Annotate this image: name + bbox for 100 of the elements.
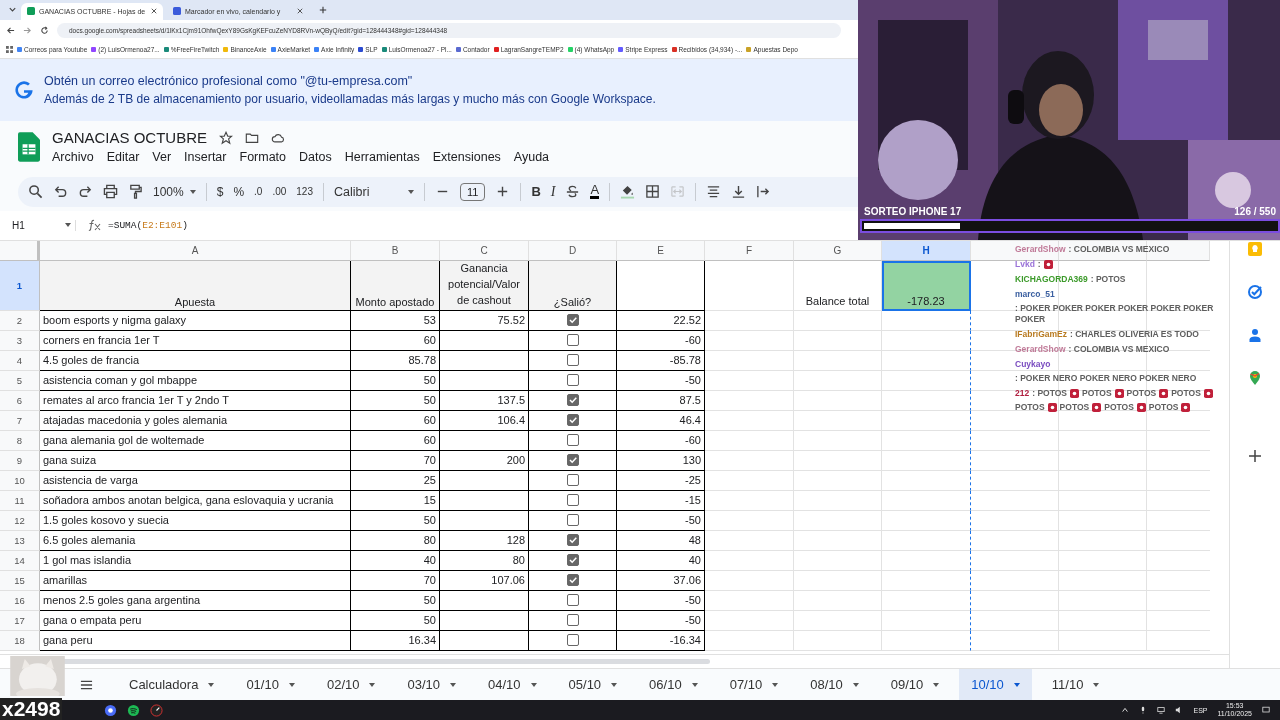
search-icon[interactable] — [28, 184, 43, 200]
chevron-down-icon[interactable] — [8, 5, 17, 15]
checkbox[interactable] — [566, 574, 579, 587]
column-header[interactable]: G — [794, 240, 882, 261]
checkbox[interactable] — [566, 414, 579, 427]
zoom-dropdown[interactable]: 100% — [153, 184, 196, 199]
font-dropdown[interactable]: Calibri — [334, 184, 414, 199]
row-number[interactable]: 12 — [0, 510, 40, 531]
column-header[interactable]: H — [882, 240, 971, 261]
row-number[interactable]: 11 — [0, 490, 40, 511]
menu-icon[interactable] — [80, 679, 93, 690]
browser-icon[interactable] — [104, 703, 117, 717]
number-format-button[interactable]: 123 — [296, 186, 313, 198]
checkbox[interactable] — [566, 494, 579, 507]
sheet-tab[interactable]: 05/10 — [556, 669, 630, 700]
add-icon[interactable] — [1247, 447, 1263, 464]
sheet-tab[interactable]: 02/10 — [314, 669, 388, 700]
merge-cells-icon[interactable] — [670, 184, 686, 200]
caret-up-icon[interactable] — [1121, 706, 1130, 714]
vertical-align-icon[interactable] — [731, 184, 747, 200]
checkbox[interactable] — [566, 474, 579, 487]
column-header[interactable]: B — [351, 240, 440, 261]
row-number[interactable]: 2 — [0, 310, 40, 331]
checkbox[interactable] — [566, 434, 579, 447]
person-icon[interactable] — [1247, 326, 1263, 343]
sheet-tab[interactable]: 08/10 — [798, 669, 871, 700]
checkbox[interactable] — [566, 514, 579, 527]
sheet-tab[interactable]: 01/10 — [234, 669, 307, 700]
menu-item[interactable]: Extensiones — [432, 150, 501, 165]
text-wrap-icon[interactable] — [756, 184, 772, 200]
menu-item[interactable]: Ayuda — [513, 150, 550, 165]
paint-roller-icon[interactable] — [128, 184, 143, 200]
sheet-tab[interactable]: 10/10 — [959, 669, 1032, 700]
checkbox[interactable] — [566, 374, 579, 387]
map-pin-icon[interactable] — [1247, 369, 1263, 386]
column-header[interactable]: C — [440, 240, 529, 261]
row-number[interactable]: 4 — [0, 350, 40, 371]
balance-cell[interactable]: -178.23 — [882, 260, 971, 311]
sheet-tab[interactable]: 03/10 — [395, 669, 468, 700]
row-number[interactable]: 10 — [0, 470, 40, 491]
font-size-field[interactable]: 11 — [460, 182, 486, 201]
row-number[interactable]: 16 — [0, 590, 40, 611]
sheet-tab[interactable]: 09/10 — [878, 669, 952, 700]
menu-item[interactable]: Herramientas — [344, 150, 420, 165]
notification-icon[interactable] — [1262, 706, 1270, 714]
checkbox[interactable] — [566, 534, 579, 547]
row-number[interactable]: 3 — [0, 330, 40, 351]
sheet-tab[interactable]: 04/10 — [476, 669, 549, 700]
star-icon[interactable] — [219, 130, 234, 145]
task-check-icon[interactable] — [1247, 283, 1263, 300]
gauge-icon[interactable] — [150, 703, 163, 717]
column-header[interactable]: A — [40, 240, 351, 261]
currency-format-button[interactable]: $ — [216, 184, 224, 199]
menu-item[interactable]: Formato — [239, 150, 287, 165]
sheet-tab[interactable]: Calculadora — [117, 669, 227, 700]
menu-item[interactable]: Ver — [152, 150, 172, 165]
fill-color-icon[interactable] — [620, 184, 636, 200]
strikethrough-icon[interactable] — [565, 184, 581, 200]
checkbox[interactable] — [566, 634, 579, 647]
checkbox[interactable] — [566, 334, 579, 347]
cell-reference-field[interactable]: H1 — [0, 219, 76, 231]
checkbox[interactable] — [566, 554, 579, 567]
folder-icon[interactable] — [245, 130, 260, 145]
row-number[interactable]: 14 — [0, 550, 40, 571]
menu-item[interactable]: Editar — [106, 150, 140, 165]
sheet-tab[interactable]: 07/10 — [717, 669, 791, 700]
redo-icon[interactable] — [78, 184, 93, 200]
row-number[interactable]: 1 — [0, 260, 40, 311]
music-app-icon[interactable] — [127, 703, 140, 717]
apps-grid-icon[interactable] — [6, 46, 13, 54]
column-header[interactable]: F — [705, 240, 794, 261]
document-title[interactable]: GANACIAS OCTUBRE — [52, 129, 208, 147]
forward-icon[interactable] — [23, 26, 32, 36]
sheet-tab[interactable]: 06/10 — [637, 669, 710, 700]
row-number[interactable]: 17 — [0, 610, 40, 631]
row-number[interactable]: 18 — [0, 630, 40, 651]
checkbox[interactable] — [566, 314, 579, 327]
network-icon[interactable] — [1157, 706, 1166, 714]
close-icon[interactable] — [151, 8, 157, 15]
increase-decimals-button[interactable]: .00 — [272, 186, 287, 198]
percent-format-button[interactable]: % — [233, 184, 245, 199]
menu-item[interactable]: Insertar — [184, 150, 227, 165]
checkbox[interactable] — [566, 454, 579, 467]
borders-icon[interactable] — [645, 184, 661, 200]
back-icon[interactable] — [6, 26, 15, 36]
undo-icon[interactable] — [53, 184, 68, 200]
bold-button[interactable]: B — [531, 184, 541, 200]
column-header[interactable]: E — [617, 240, 705, 261]
checkbox[interactable] — [566, 354, 579, 367]
new-tab-icon[interactable] — [319, 6, 327, 14]
row-number[interactable]: 7 — [0, 410, 40, 431]
menu-item[interactable]: Datos — [299, 150, 332, 165]
checkbox[interactable] — [566, 394, 579, 407]
spreadsheet-logo-icon[interactable] — [18, 131, 40, 162]
close-icon[interactable] — [297, 8, 303, 15]
sheet-tab[interactable]: 11/10 — [1039, 669, 1112, 700]
row-number[interactable]: 6 — [0, 390, 40, 411]
row-number[interactable]: 15 — [0, 570, 40, 591]
reload-icon[interactable] — [40, 26, 49, 36]
menu-item[interactable]: Archivo — [52, 150, 94, 165]
